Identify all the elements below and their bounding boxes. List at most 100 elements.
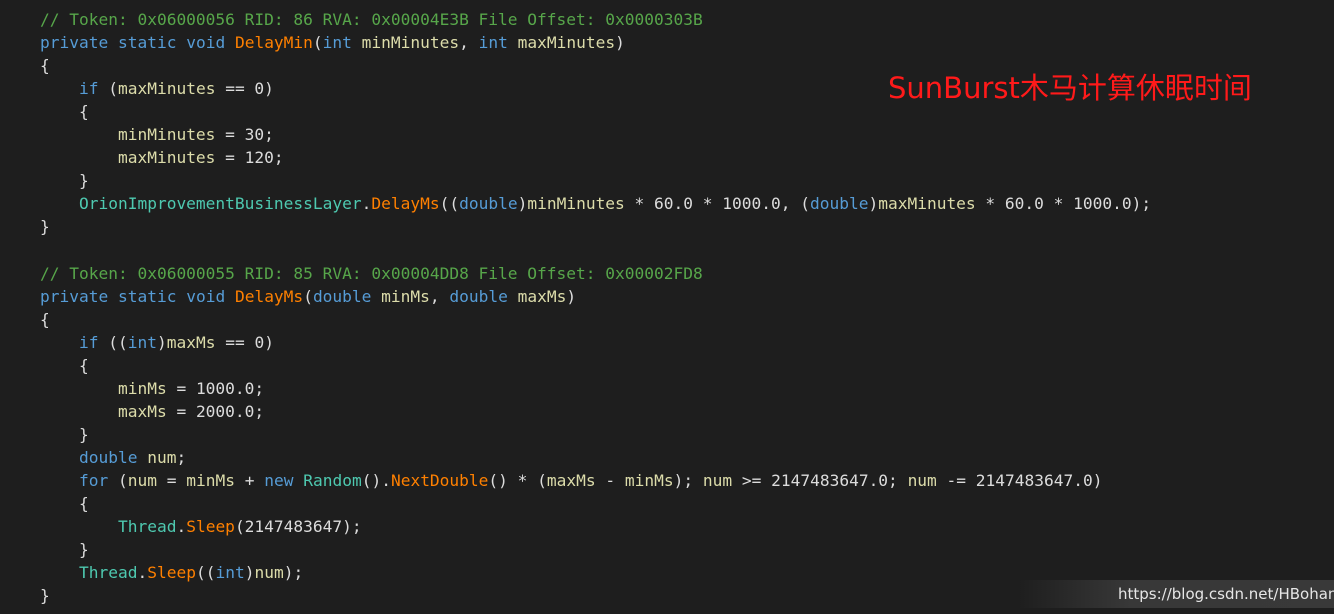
code-line: for (num = minMs + new Random().NextDoub… (40, 469, 1103, 492)
code-token-punct: { (40, 494, 89, 514)
code-token-type: Thread (78, 563, 138, 583)
code-line: Thread.Sleep(2147483647); (40, 515, 362, 538)
code-token-punct: . (176, 517, 187, 537)
code-token-kw: double (459, 194, 518, 214)
code-token-var: num (254, 563, 284, 583)
code-token-method: DelayMin (234, 33, 313, 53)
code-token-var: num (147, 447, 177, 467)
code-token-punct: = 1000.0; (166, 378, 265, 398)
code-line: { (40, 100, 89, 123)
code-token-var: maxMs (546, 471, 596, 490)
code-token-kw: private (40, 286, 109, 306)
code-line: double num; (40, 446, 186, 469)
watermark-url: https://blog.csdn.net/HBohan (1118, 585, 1334, 603)
code-token-var: num (702, 471, 733, 490)
code-token-comment: // Token: 0x06000056 RID: 86 RVA: 0x0000… (40, 10, 703, 29)
code-token-kw: void (186, 286, 226, 306)
code-token-punct: == 0) (215, 332, 274, 352)
code-token-punct: { (40, 309, 50, 329)
code-token-type: Random (303, 471, 362, 490)
code-editor[interactable]: // Token: 0x06000056 RID: 86 RVA: 0x0000… (0, 0, 1334, 614)
code-token-kw: double (449, 286, 508, 306)
code-token-punct: (( (439, 194, 460, 214)
code-token-punct: + (234, 471, 265, 490)
code-token-var: maxMinutes (878, 194, 976, 214)
code-token-var: num (127, 471, 157, 490)
code-token-var: minMs (624, 471, 674, 490)
code-token-kw: int (215, 563, 245, 583)
code-line: } (40, 423, 89, 446)
code-line: { (40, 492, 89, 515)
code-token-punct: -= 2147483647.0) (936, 471, 1103, 490)
code-token-punct: ) (244, 563, 255, 583)
code-token-punct: , (459, 33, 479, 53)
code-token-punct: (( (195, 563, 216, 583)
code-token-type: Thread (117, 517, 177, 537)
code-line: } (40, 538, 89, 561)
code-line: } (40, 215, 50, 238)
code-token-kw: double (312, 286, 372, 306)
code-token-kw: void (186, 33, 226, 53)
code-line: if (maxMinutes == 0) (40, 77, 274, 100)
code-line: Thread.Sleep((int)num); (40, 561, 303, 584)
code-token-punct: * 60.0 * 1000.0); (975, 194, 1152, 214)
code-token-kw: int (322, 33, 352, 53)
code-line: { (40, 54, 50, 77)
code-token-type: OrionImprovementBusinessLayer (78, 194, 362, 214)
code-line: } (40, 584, 50, 607)
code-token-punct: ( (108, 471, 128, 490)
code-line: minMinutes = 30; (40, 123, 274, 146)
code-token-kw: double (809, 194, 869, 214)
code-token-method: DelayMs (371, 194, 440, 214)
code-token-punct: = 120; (215, 148, 284, 168)
code-token-punct: ) (868, 194, 879, 214)
annotation-label: SunBurst木马计算休眠时间 (888, 71, 1252, 105)
code-token-punct: } (40, 171, 89, 191)
code-token-comment: // Token: 0x06000055 RID: 85 RVA: 0x0000… (40, 263, 703, 283)
code-token-method: NextDouble (390, 471, 489, 490)
code-token-kw: static (117, 33, 177, 53)
code-token-punct: } (40, 424, 89, 444)
code-token-var: maxMs (117, 401, 167, 421)
code-token-punct: } (40, 540, 89, 560)
code-line: minMs = 1000.0; (40, 377, 264, 400)
code-token-punct: ( (98, 79, 118, 99)
code-token-punct: } (40, 586, 50, 606)
code-token-method: Sleep (186, 517, 235, 537)
code-token-kw: int (478, 33, 508, 53)
code-token-var: minMs (186, 471, 235, 490)
code-line: private static void DelayMs(double minMs… (40, 285, 576, 308)
code-token-var: maxMs (166, 332, 216, 352)
code-token-punct: = 2000.0; (166, 401, 265, 421)
code-token-punct: (). (361, 471, 391, 490)
code-token-punct: . (137, 563, 148, 583)
code-token-kw: if (78, 79, 99, 99)
code-line: } (40, 169, 89, 192)
code-token-punct: . (361, 194, 372, 214)
code-token-punct: (2147483647); (234, 517, 362, 537)
code-token-punct: (( (98, 332, 128, 352)
code-token-punct: ); (673, 471, 703, 490)
code-token-punct: ) (566, 286, 577, 306)
code-token-kw: if (78, 332, 99, 352)
code-token-punct: ( (303, 286, 313, 306)
code-line: maxMs = 2000.0; (40, 400, 264, 423)
code-token-punct: () * ( (488, 471, 547, 490)
code-token-punct: ); (283, 563, 304, 583)
code-token-var: maxMs (517, 286, 567, 306)
code-token-var: minMs (381, 286, 430, 306)
